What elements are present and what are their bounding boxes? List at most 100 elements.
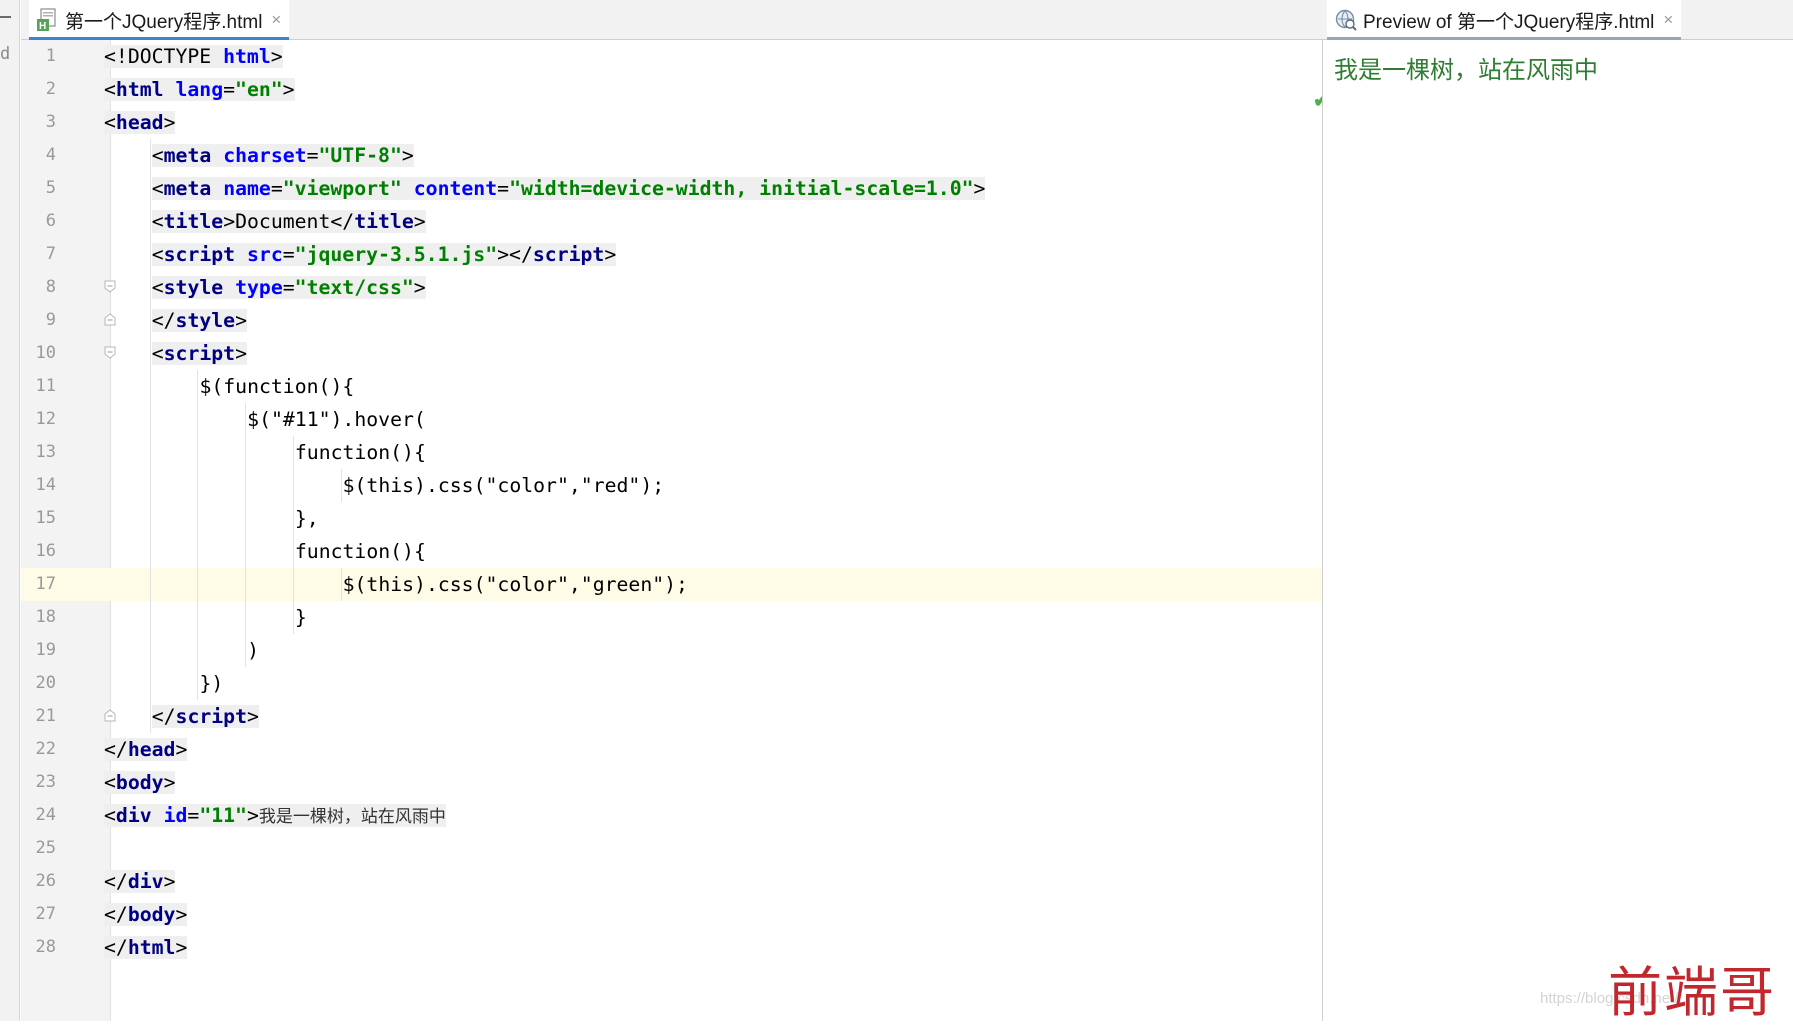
preview-div-text[interactable]: 我是一棵树，站在风雨中 — [1334, 50, 1598, 85]
line-number: 16 — [35, 541, 56, 561]
code-token: > — [270, 45, 283, 68]
code-token: "text/css" — [294, 276, 414, 299]
code-line[interactable]: 23 <body> — [36, 766, 1321, 799]
code-token: > — [235, 342, 248, 365]
code-text: </head> — [104, 733, 188, 766]
code-token: > — [282, 78, 295, 101]
line-number: 7 — [45, 244, 56, 264]
fold-marker-icon[interactable] — [104, 280, 116, 293]
code-token: > — [413, 276, 426, 299]
code-token: > — [163, 870, 176, 893]
line-number: 19 — [35, 640, 56, 660]
code-token: > — [604, 243, 617, 266]
browser-preview-icon — [1335, 9, 1357, 31]
code-text: <head> — [104, 106, 176, 139]
code-token: = — [187, 804, 200, 827]
code-token: script — [163, 342, 236, 365]
code-token: > — [175, 738, 188, 761]
line-number: 17 — [35, 574, 56, 594]
code-line[interactable]: 9 </style> — [46, 304, 1321, 337]
code-text: } — [295, 601, 307, 634]
code-token: src — [247, 243, 283, 266]
fold-marker-icon[interactable] — [104, 346, 116, 359]
line-number: 27 — [35, 904, 56, 924]
code-line[interactable]: 27 </body> — [36, 898, 1321, 931]
code-line[interactable]: 24 <div id="11">我是一棵树，站在风雨中 — [36, 799, 1321, 832]
code-line[interactable]: 26 </div> — [36, 865, 1321, 898]
code-line[interactable]: 19) — [36, 634, 1321, 667]
code-token: charset — [223, 144, 307, 167]
code-token: div — [115, 804, 164, 827]
code-line[interactable]: 3 <head> — [46, 106, 1321, 139]
code-editor[interactable]: 1 <!DOCTYPE html> 2 <html lang="en"> 3 <head>… — [21, 40, 1330, 1021]
code-text: <style type="text/css"> — [151, 271, 426, 304]
code-line[interactable]: 1 <!DOCTYPE html> — [46, 40, 1321, 73]
line-number: 4 — [45, 145, 56, 165]
code-text: </style> — [151, 304, 248, 337]
code-token: style — [175, 309, 236, 332]
line-number: 12 — [35, 409, 56, 429]
line-number: 23 — [35, 772, 56, 792]
close-icon[interactable]: × — [1663, 10, 1673, 30]
html-file-icon: H — [37, 8, 59, 32]
code-line[interactable]: 7 <script src="jquery-3.5.1.js"></script> — [46, 238, 1321, 271]
code-line[interactable]: 2 <html lang="en"> — [46, 73, 1321, 106]
code-token: = — [270, 177, 283, 200]
fold-marker-icon[interactable] — [104, 313, 116, 326]
code-line[interactable]: 4 <meta charset="UTF-8"> — [46, 139, 1321, 172]
indent-guide — [292, 436, 294, 634]
code-token: html — [115, 78, 176, 101]
code-token: </ — [104, 738, 128, 761]
code-line[interactable]: 6 <title>Document</title> — [46, 205, 1321, 238]
line-number: 20 — [35, 673, 56, 693]
code-line[interactable]: 28 </html> — [36, 931, 1321, 964]
code-token: > — [247, 705, 259, 728]
code-token: html — [223, 45, 271, 68]
code-text: <body> — [104, 766, 176, 799]
code-token: id — [163, 804, 188, 827]
watermark-logo: 前端哥 — [1608, 961, 1776, 1024]
code-line[interactable]: 5 <meta name="viewport" content="width=de… — [46, 172, 1321, 205]
code-token: > — [175, 936, 188, 959]
code-token: $(this).css("color","red"); — [342, 474, 665, 497]
code-token: < — [104, 78, 116, 101]
code-text: $(this).css("color","green"); — [343, 568, 688, 601]
code-token: = — [282, 243, 295, 266]
code-line[interactable]: 11 $(function(){ — [36, 370, 1321, 403]
code-line[interactable]: 12 $("#11").hover( — [36, 403, 1321, 436]
collapse-icon[interactable] — [0, 16, 11, 18]
tab-label: 第一个JQuery程序.html — [65, 11, 263, 33]
code-line[interactable]: 22 </head> — [36, 733, 1321, 766]
fold-marker-icon[interactable] — [104, 709, 116, 722]
line-number: 2 — [45, 79, 56, 99]
code-token: "jquery-3.5.1.js" — [294, 243, 498, 266]
close-icon[interactable]: × — [271, 10, 281, 30]
code-token: </ — [104, 936, 128, 959]
code-token: }, — [294, 507, 319, 530]
code-text: ) — [247, 634, 259, 667]
tab-preview[interactable]: Preview of 第一个JQuery程序.html × — [1327, 0, 1682, 41]
code-token: meta — [163, 144, 224, 167]
code-token: = — [306, 144, 319, 167]
code-line[interactable]: 20}) — [36, 667, 1321, 700]
div-text-content: 我是一棵树，站在风雨中 — [258, 807, 446, 827]
code-token: > — [973, 177, 986, 200]
line-number: 15 — [35, 508, 56, 528]
code-token: $(function(){ — [199, 375, 355, 398]
line-number: 21 — [35, 706, 56, 726]
code-text: <title>Document</title> — [151, 205, 426, 238]
code-line[interactable]: 10 <script> — [36, 337, 1321, 370]
code-token: = — [282, 276, 295, 299]
tab-editor-file[interactable]: H 第一个JQuery程序.html × — [29, 0, 290, 41]
code-token: < — [104, 804, 116, 827]
code-token: < — [151, 144, 164, 167]
editor-tab-bar: H 第一个JQuery程序.html × — [21, 0, 1322, 41]
code-line[interactable]: 25 — [36, 832, 1321, 865]
code-token: = — [223, 78, 236, 101]
code-text: $("#11").hover( — [247, 403, 426, 436]
indent-guide — [197, 370, 199, 700]
code-line[interactable]: 8 <style type="text/css"> — [46, 271, 1321, 304]
indent-guide — [340, 568, 342, 601]
code-text: <html lang="en"> — [104, 73, 295, 106]
code-line[interactable]: 21 </script> — [36, 700, 1321, 733]
